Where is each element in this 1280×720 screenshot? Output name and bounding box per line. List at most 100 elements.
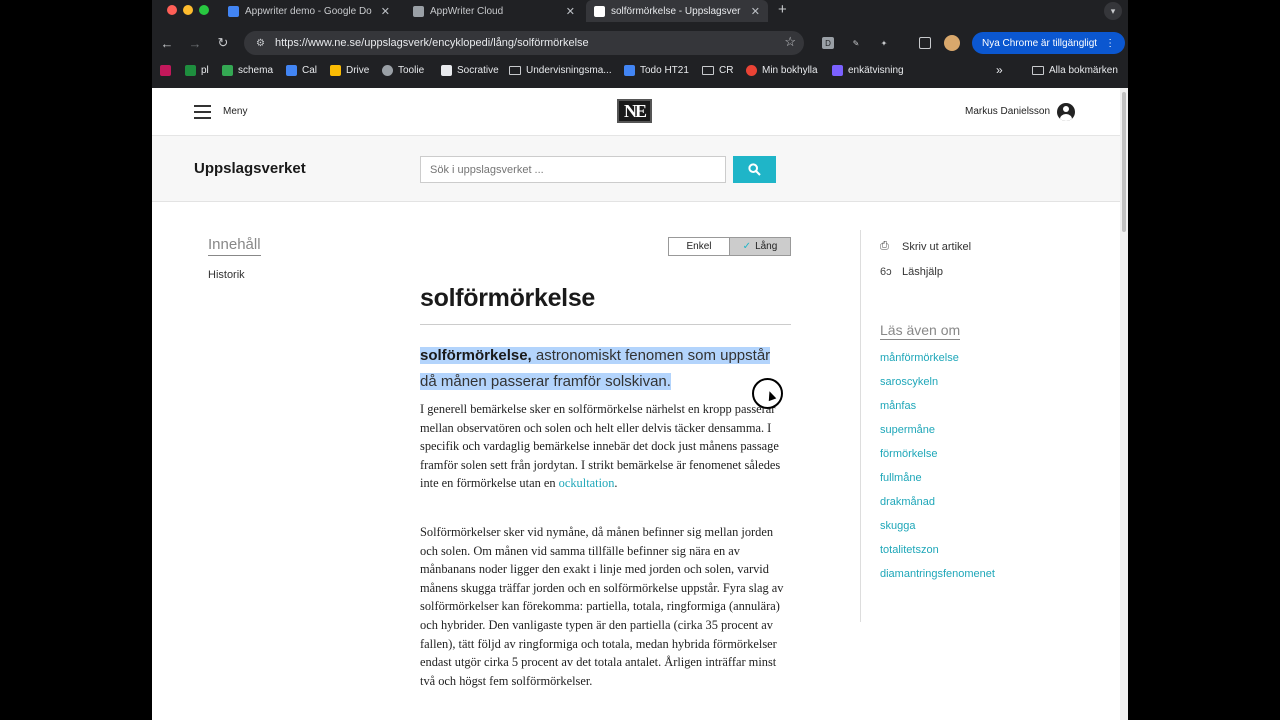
- web-page: Meny NE Markus Danielsson Uppslagsverket…: [152, 88, 1120, 720]
- google-docs-icon: [228, 5, 239, 17]
- bookmark-label: Undervisningsma...: [526, 65, 612, 76]
- extension-d-icon[interactable]: D: [822, 37, 834, 49]
- long-view-button[interactable]: ✓ Lång: [729, 238, 790, 255]
- bookmark-enkatvisning[interactable]: enkätvisning: [832, 65, 904, 76]
- related-link[interactable]: fullmåne: [880, 472, 995, 496]
- search-input[interactable]: [420, 156, 726, 183]
- print-article-button[interactable]: ⎙ Skriv ut artikel: [880, 240, 971, 253]
- related-link[interactable]: totalitetszon: [880, 544, 995, 568]
- side-panel-icon[interactable]: [919, 37, 931, 49]
- back-icon[interactable]: ←: [158, 34, 176, 52]
- tab-search-button[interactable]: ▾: [1104, 2, 1122, 20]
- related-link[interactable]: månfas: [880, 400, 995, 424]
- bookmarks-bar: pl schema Cal Drive Toolie Socrative Und…: [152, 62, 1128, 82]
- globe-icon: [382, 65, 393, 76]
- search-button[interactable]: [733, 156, 776, 183]
- bookmark-cr[interactable]: CR: [702, 65, 733, 76]
- article-title: solförmörkelse: [420, 284, 596, 312]
- bookmark-undervisning[interactable]: Undervisningsma...: [509, 65, 612, 76]
- tab-appwriter-demo[interactable]: Appwriter demo - Google Do ✕: [220, 0, 398, 22]
- paragraph-end: .: [614, 476, 618, 491]
- bookmark-bokhylla[interactable]: Min bokhylla: [746, 65, 818, 76]
- ockultation-link[interactable]: ockultation: [559, 476, 615, 490]
- related-link[interactable]: skugga: [880, 520, 995, 544]
- glasses-icon: 6ɔ: [880, 266, 892, 278]
- page-scrollbar[interactable]: [1120, 88, 1128, 720]
- search-icon: [748, 163, 761, 176]
- user-account-icon[interactable]: [1057, 103, 1075, 121]
- related-link[interactable]: diamantringsfenomenet: [880, 568, 995, 592]
- related-link[interactable]: förmörkelse: [880, 448, 995, 472]
- profile-avatar[interactable]: [944, 35, 960, 51]
- bookmark-todo[interactable]: Todo HT21: [624, 65, 689, 76]
- printer-icon: ⎙: [880, 240, 889, 252]
- toc-item-historik[interactable]: Historik: [208, 269, 245, 281]
- hamburger-menu-icon[interactable]: [194, 105, 211, 119]
- update-label: Nya Chrome är tillgängligt: [982, 37, 1098, 49]
- close-tab-icon[interactable]: ✕: [381, 5, 390, 18]
- site-info-icon[interactable]: ⚙: [256, 38, 265, 49]
- close-tab-icon[interactable]: ✕: [566, 5, 575, 18]
- article-paragraph: Solförmörkelser sker vid nymåne, då måne…: [420, 525, 784, 688]
- reload-icon[interactable]: ↻: [214, 34, 232, 52]
- short-view-button[interactable]: Enkel: [669, 238, 729, 255]
- extension-pen-icon[interactable]: ✎: [850, 37, 862, 49]
- maximize-window-button[interactable]: [199, 5, 209, 15]
- new-tab-button[interactable]: +: [778, 1, 787, 18]
- minimize-window-button[interactable]: [183, 5, 193, 15]
- forward-icon[interactable]: →: [186, 34, 204, 52]
- bookmark-label: Alla bokmärken: [1049, 65, 1118, 76]
- ne-favicon-icon: [594, 5, 605, 17]
- tab-solformorkelse[interactable]: solförmörkelse - Uppslagsver ✕: [586, 0, 768, 22]
- bookmark-cal[interactable]: Cal: [286, 65, 317, 76]
- reading-help-label: Läshjälp: [902, 266, 943, 278]
- related-list: månförmörkelse saroscykeln månfas superm…: [880, 352, 995, 592]
- more-menu-icon[interactable]: ⋮: [1105, 38, 1115, 49]
- print-label: Skriv ut artikel: [902, 240, 972, 253]
- address-bar[interactable]: ⚙ https://www.ne.se/uppslagsverk/encyklo…: [244, 31, 804, 55]
- close-tab-icon[interactable]: ✕: [751, 5, 760, 18]
- related-link[interactable]: drakmånad: [880, 496, 995, 520]
- reading-help-button[interactable]: 6ɔ Läshjälp: [880, 266, 943, 278]
- bookmarks-overflow-button[interactable]: »: [996, 63, 1003, 77]
- ne-logo[interactable]: NE: [617, 99, 652, 123]
- related-link[interactable]: supermåne: [880, 424, 995, 448]
- bookmark-label: Socrative: [457, 65, 499, 76]
- extensions-puzzle-icon[interactable]: ✦: [878, 37, 890, 49]
- related-link[interactable]: månförmörkelse: [880, 352, 995, 376]
- search-band: Uppslagsverket: [152, 136, 1120, 202]
- view-toggle: Enkel ✓ Lång: [668, 237, 791, 256]
- menu-label[interactable]: Meny: [223, 106, 247, 117]
- bookmark-label: CR: [719, 65, 734, 76]
- bookshelf-icon: [746, 65, 757, 76]
- bookmark-label: Min bokhylla: [762, 65, 818, 76]
- bookmark-drive[interactable]: Drive: [330, 65, 369, 76]
- tab-appwriter-cloud[interactable]: AppWriter Cloud ✕: [405, 0, 583, 22]
- bookmark-pl[interactable]: pl: [185, 65, 209, 76]
- drive-icon: [330, 65, 341, 76]
- sheets-icon: [185, 65, 196, 76]
- bookmark-label: pl: [201, 65, 209, 76]
- bookmark-star-icon[interactable]: ☆: [784, 34, 796, 50]
- bookmark-schema[interactable]: schema: [222, 65, 273, 76]
- browser-window: Appwriter demo - Google Do ✕ AppWriter C…: [152, 0, 1128, 720]
- selected-text[interactable]: solförmörkelse, astronomiskt fenomen som…: [420, 347, 771, 390]
- user-name[interactable]: Markus Danielsson: [965, 106, 1050, 117]
- check-icon: ✓: [742, 241, 752, 252]
- calendar-icon: [286, 65, 297, 76]
- browser-toolbar: ← → ↻ ⚙ https://www.ne.se/uppslagsverk/e…: [152, 30, 1128, 56]
- long-view-label: Lång: [755, 241, 778, 252]
- chrome-update-button[interactable]: Nya Chrome är tillgängligt ⋮: [972, 32, 1126, 54]
- bookmark-83[interactable]: [160, 65, 176, 76]
- related-link[interactable]: saroscykeln: [880, 376, 995, 400]
- brand-title[interactable]: Uppslagsverket: [194, 160, 306, 177]
- bookmark-socrative[interactable]: Socrative: [441, 65, 499, 76]
- bookmark-label: Cal: [302, 65, 318, 76]
- tab-title: AppWriter Cloud: [430, 5, 504, 17]
- scrollbar-thumb[interactable]: [1122, 92, 1126, 232]
- bookmark-toolie[interactable]: Toolie: [382, 65, 424, 76]
- all-bookmarks-button[interactable]: Alla bokmärken: [1032, 65, 1118, 76]
- schema-icon: [222, 65, 233, 76]
- tab-title: solförmörkelse - Uppslagsver: [611, 5, 741, 17]
- close-window-button[interactable]: [167, 5, 177, 15]
